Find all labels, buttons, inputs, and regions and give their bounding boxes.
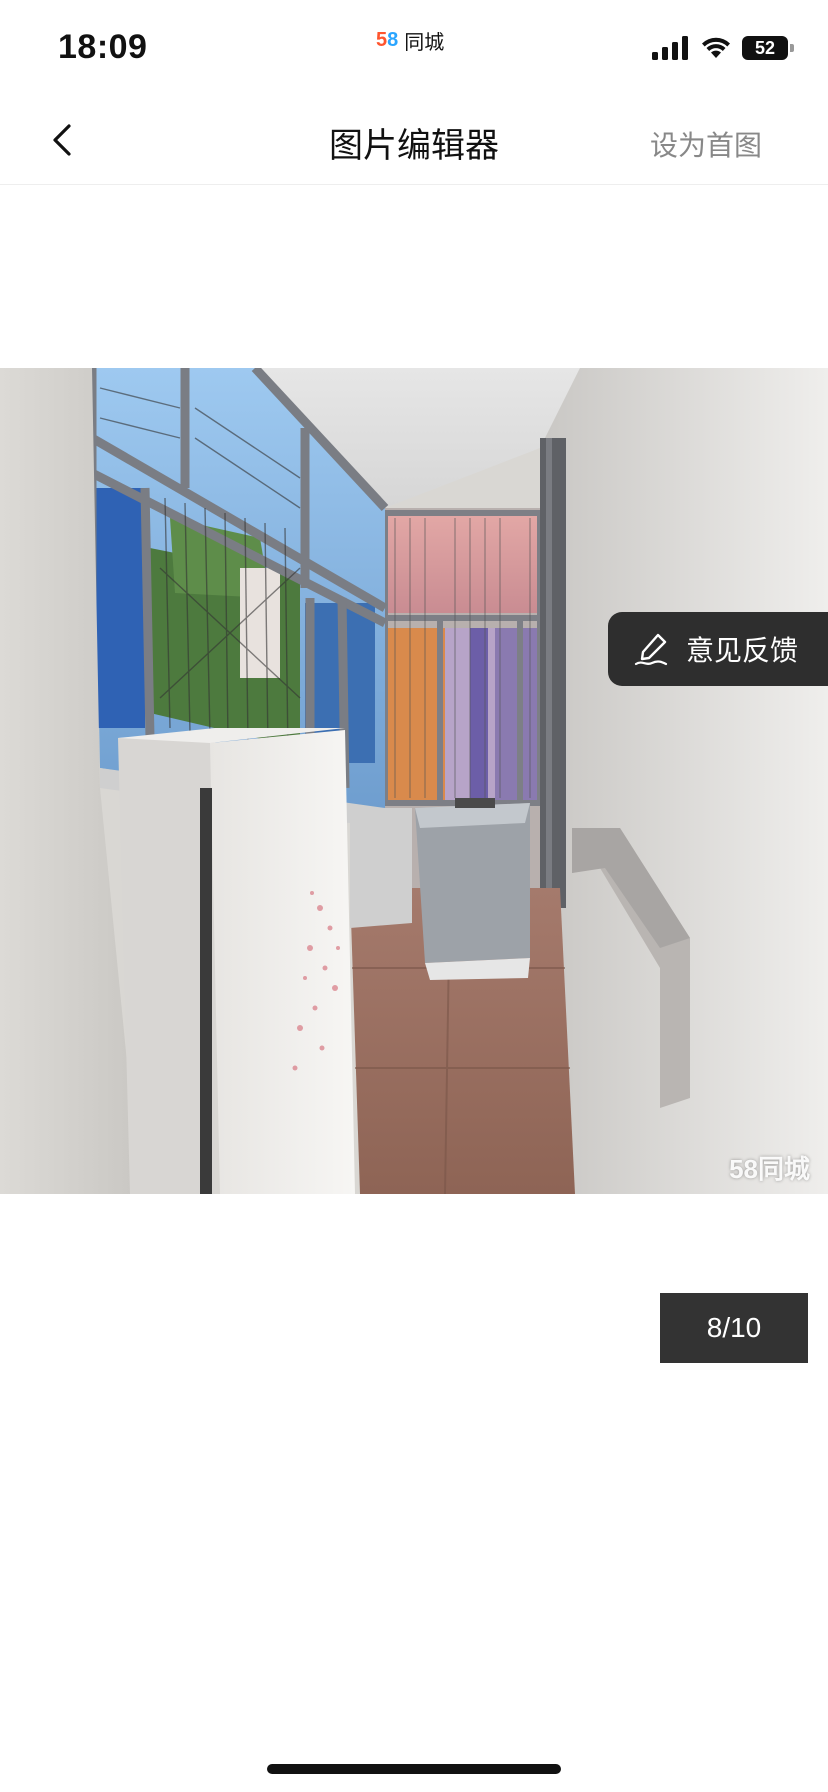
wifi-icon: [702, 37, 730, 58]
battery-nub: [790, 44, 794, 52]
battery-indicator: 52: [742, 36, 788, 60]
set-cover-button[interactable]: 设为首图: [650, 124, 762, 164]
image-editor-screen: 18:09 58 同城 52 图片编辑器 设为首图 58同城 意见反馈 8/10: [0, 0, 828, 1792]
status-time: 18:09: [58, 28, 148, 66]
nav-bar: 图片编辑器 设为首图: [0, 96, 828, 185]
feedback-button[interactable]: 意见反馈: [608, 612, 828, 686]
app-name: 同城: [404, 30, 445, 54]
photo-watermark: 58同城: [729, 1154, 810, 1184]
cellular-signal-icon: [652, 36, 688, 60]
page-counter: 8/10: [660, 1293, 808, 1363]
home-indicator[interactable]: [267, 1764, 561, 1774]
listing-photo[interactable]: 58同城: [0, 368, 828, 1194]
balcony-photo-image: [0, 368, 828, 1194]
feedback-label: 意见反馈: [686, 634, 799, 667]
status-bar: 18:09 58 同城 52: [0, 0, 828, 96]
pen-icon: [634, 633, 668, 666]
status-app-indicator: 58 同城: [376, 26, 444, 55]
app-logo: 58: [376, 29, 399, 51]
